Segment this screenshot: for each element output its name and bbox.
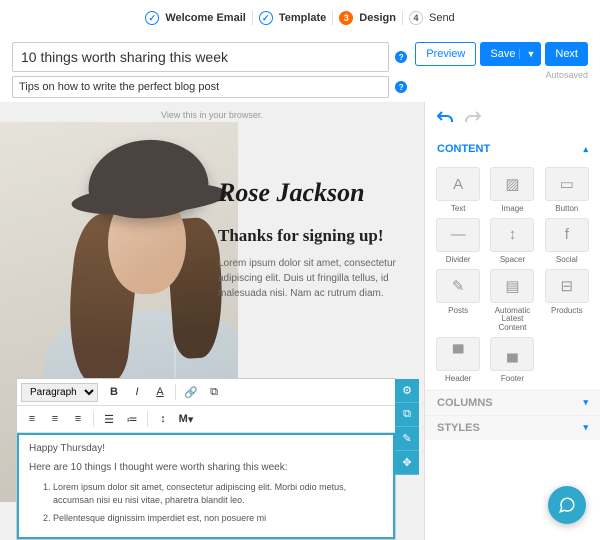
- align-left-button[interactable]: ≡: [21, 409, 43, 429]
- block-footer[interactable]: ▄Footer: [487, 337, 537, 384]
- block-divider[interactable]: —Divider: [433, 218, 483, 265]
- block-settings-icon[interactable]: ⚙: [395, 379, 419, 403]
- block-posts[interactable]: ✎Posts: [433, 269, 483, 333]
- button-icon: ▭: [545, 167, 589, 201]
- align-center-button[interactable]: ≡: [44, 409, 66, 429]
- line-height-button[interactable]: ↕: [152, 409, 174, 429]
- caret-down-icon: ▾: [583, 422, 588, 433]
- caret-down-icon: ▾: [583, 397, 588, 408]
- link-button[interactable]: 🔗: [180, 382, 202, 402]
- posts-icon: ✎: [436, 269, 480, 303]
- step-template[interactable]: ✓Template: [253, 11, 332, 25]
- help-icon[interactable]: ?: [395, 51, 407, 63]
- redo-icon[interactable]: [465, 110, 481, 129]
- step-design[interactable]: 3Design: [333, 11, 402, 25]
- help-icon[interactable]: ?: [395, 81, 407, 93]
- design-sidebar: CONTENT▴ AText▨Image▭Button —Divider↕Spac…: [424, 102, 600, 540]
- editor-body[interactable]: Happy Thursday! Here are 10 things I tho…: [17, 433, 395, 539]
- merge-tag-button[interactable]: M▾: [175, 409, 197, 429]
- wizard-stepper: ✓Welcome Email ✓Template 3Design 4Send: [0, 0, 600, 36]
- step-welcome[interactable]: ✓Welcome Email: [139, 11, 252, 25]
- columns-panel-header[interactable]: COLUMNS▾: [425, 390, 600, 415]
- styles-panel-header[interactable]: STYLES▾: [425, 415, 600, 440]
- list-item: Pellentesque dignissim imperdiet est, no…: [53, 512, 383, 525]
- block-text[interactable]: AText: [433, 167, 483, 214]
- preview-button[interactable]: Preview: [415, 42, 476, 66]
- social-icon: f: [545, 218, 589, 252]
- email-body-text: Lorem ipsum dolor sit amet, consectetur …: [218, 256, 418, 301]
- block-edit-icon[interactable]: ✎: [395, 427, 419, 451]
- help-fab[interactable]: [548, 486, 586, 524]
- undo-icon[interactable]: [437, 110, 453, 129]
- email-canvas[interactable]: View this in your browser. Rose Jackson …: [0, 102, 424, 540]
- block-spacer[interactable]: ↕Spacer: [487, 218, 537, 265]
- image-icon: ▨: [490, 167, 534, 201]
- paragraph-select[interactable]: Paragraph: [21, 383, 98, 402]
- list-ol-button[interactable]: ≔: [121, 409, 143, 429]
- block-button[interactable]: ▭Button: [542, 167, 592, 214]
- header-icon: ▀: [436, 337, 480, 371]
- alc-icon: ▤: [490, 269, 534, 303]
- block-image[interactable]: ▨Image: [487, 167, 537, 214]
- history-controls: [425, 102, 600, 137]
- products-icon: ⊟: [545, 269, 589, 303]
- italic-button[interactable]: I: [126, 382, 148, 402]
- block-alc[interactable]: ▤Automatic Latest Content: [487, 269, 537, 333]
- code-button[interactable]: ⧉: [203, 382, 225, 402]
- content-panel-header[interactable]: CONTENT▴: [425, 137, 600, 161]
- font-color-button[interactable]: A: [149, 382, 171, 402]
- block-products[interactable]: ⊟Products: [542, 269, 592, 333]
- list-item: Lorem ipsum dolor sit amet, consectetur …: [53, 481, 383, 506]
- next-button[interactable]: Next: [545, 42, 588, 66]
- preheader-input[interactable]: [12, 76, 389, 98]
- list-ul-button[interactable]: ☰: [98, 409, 120, 429]
- step-send[interactable]: 4Send: [403, 11, 461, 25]
- block-social[interactable]: fSocial: [542, 218, 592, 265]
- signature-logo: Rose Jackson: [218, 178, 418, 208]
- save-button[interactable]: Save▼: [480, 42, 541, 66]
- text-block-editor[interactable]: ⚙ ⧉ ✎ ✥ Paragraph B I A 🔗 ⧉ ≡ ≡ ≡ ☰ ≔: [16, 378, 396, 540]
- divider-icon: —: [436, 218, 480, 252]
- block-move-icon[interactable]: ✥: [395, 451, 419, 475]
- bold-button[interactable]: B: [103, 382, 125, 402]
- autosaved-label: Autosaved: [545, 70, 588, 80]
- chevron-down-icon: ▼: [519, 49, 535, 59]
- caret-up-icon: ▴: [583, 144, 588, 155]
- footer-icon: ▄: [490, 337, 534, 371]
- align-right-button[interactable]: ≡: [67, 409, 89, 429]
- block-duplicate-icon[interactable]: ⧉: [395, 403, 419, 427]
- spacer-icon: ↕: [490, 218, 534, 252]
- subject-input[interactable]: [12, 42, 389, 72]
- block-header[interactable]: ▀Header: [433, 337, 483, 384]
- text-icon: A: [436, 167, 480, 201]
- email-heading: Thanks for signing up!: [218, 226, 418, 246]
